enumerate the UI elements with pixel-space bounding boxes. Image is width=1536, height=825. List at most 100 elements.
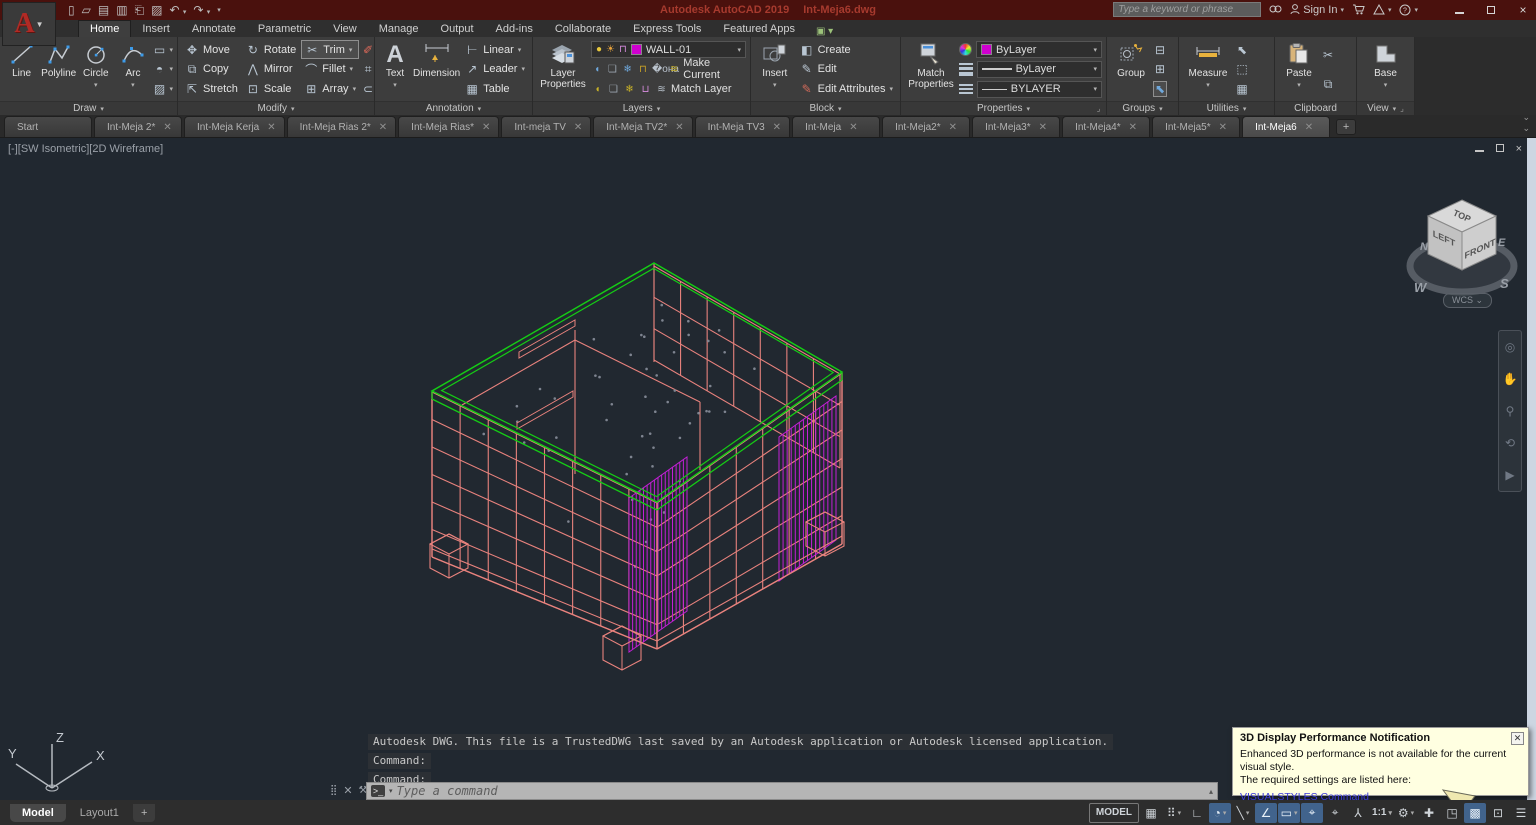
linear-button[interactable]: ⊢Linear▾ <box>462 40 528 59</box>
panel-label-clipboard[interactable]: Clipboard <box>1275 101 1356 115</box>
close-tab-icon[interactable]: ✕ <box>163 122 171 133</box>
undo-icon[interactable]: ↶ ▾ <box>169 3 186 17</box>
line-button[interactable]: Line <box>4 39 39 100</box>
new-tab-button[interactable]: + <box>1336 119 1356 135</box>
graphics-performance-icon[interactable]: ▩ <box>1464 803 1486 823</box>
pan-icon[interactable]: ✋ <box>1503 372 1518 386</box>
leader-button[interactable]: ↗Leader▾ <box>462 60 528 79</box>
wcs-dropdown[interactable]: WCS ⌄ <box>1443 293 1492 308</box>
rectangle-tool-icon[interactable]: ▭▾ <box>153 41 174 58</box>
panel-label-layers[interactable]: Layers▾ <box>533 101 750 115</box>
group-selection-icon[interactable]: ⬉ <box>1153 81 1167 98</box>
close-tab-icon[interactable]: ✕ <box>379 122 387 133</box>
view-launcher-icon[interactable]: ⌟ <box>1400 104 1404 113</box>
create-block-button[interactable]: ◧Create <box>797 40 896 59</box>
panel-label-modify[interactable]: Modify▾ <box>178 101 374 115</box>
navigation-bar[interactable]: ◎ ✋ ⚲ ⟲ ▶ <box>1498 330 1522 492</box>
new-file-icon[interactable]: ▯ <box>68 3 75 17</box>
help-icon[interactable]: ? ▾ <box>1399 4 1418 16</box>
plot-icon[interactable]: ⎗ <box>135 3 145 18</box>
panel-launcher-icon[interactable]: ⌟ <box>1097 104 1101 113</box>
osnap-tracking-icon[interactable]: ∠ <box>1255 803 1277 823</box>
ribbon-tab-insert[interactable]: Insert <box>131 21 181 37</box>
file-tab-int-meja3-[interactable]: Int-Meja3*✕ <box>972 116 1060 137</box>
quick-select-icon[interactable]: ⬉ <box>1235 41 1249 58</box>
file-tab-int-meja-kerja[interactable]: Int-Meja Kerja✕ <box>184 116 285 137</box>
restore-button[interactable] <box>1484 3 1498 17</box>
app-store-cart-icon[interactable] <box>1352 4 1365 15</box>
customization-icon[interactable]: ✚ <box>1418 803 1440 823</box>
layer-dropdown[interactable]: ● ☀ ⊓ WALL-01 ▾ <box>591 41 746 58</box>
rotate-button[interactable]: ↻Rotate <box>243 40 299 59</box>
ribbon-tab-home[interactable]: Home <box>78 20 131 37</box>
trim-button[interactable]: ✂Trim▾ <box>301 40 359 59</box>
model-tab[interactable]: Model <box>10 804 66 822</box>
select-all-icon[interactable]: ⬚ <box>1235 61 1249 78</box>
command-recent-icon[interactable]: ▾ <box>389 787 393 795</box>
calculator-icon[interactable]: ▦ <box>1235 81 1249 98</box>
linetype-dropdown[interactable]: BYLAYER▾ <box>977 81 1102 98</box>
minimize-button[interactable] <box>1452 3 1466 17</box>
command-close-icon[interactable]: ✕ <box>343 784 352 797</box>
tab-overflow-icon[interactable]: ⌄⌄ <box>1522 112 1530 134</box>
stretch-button[interactable]: ⇱Stretch <box>182 80 241 99</box>
make-current-row[interactable]: ◖❏ ❄⊓ �она ≋Make Current <box>591 61 746 78</box>
nav-wheel-icon[interactable]: ◎ <box>1505 340 1515 354</box>
3d-object-snap-icon[interactable]: ⌖ <box>1324 803 1346 823</box>
ribbon-tab-annotate[interactable]: Annotate <box>181 21 247 37</box>
command-input[interactable] <box>397 784 1205 798</box>
redo-icon[interactable]: ↷ ▾ <box>193 3 210 17</box>
object-color-dropdown[interactable]: ByLayer▾ <box>976 41 1102 58</box>
ribbon-tab-output[interactable]: Output <box>430 21 485 37</box>
array-button[interactable]: ⊞Array▾ <box>301 80 359 99</box>
ellipse-tool-icon[interactable]: ◓▾ <box>153 61 174 78</box>
command-scroll-icon[interactable]: ▴ <box>1209 787 1213 796</box>
measure-button[interactable]: Measure▾ <box>1183 39 1233 100</box>
panel-label-utilities[interactable]: Utilities▾ <box>1179 101 1274 115</box>
close-tab-icon[interactable]: ✕ <box>1039 122 1047 133</box>
drawing-canvas[interactable]: [-][SW Isometric][2D Wireframe] × N E S … <box>0 138 1536 800</box>
command-input-bar[interactable]: >_ ▾ ▴ <box>366 782 1218 800</box>
viewport-controls-label[interactable]: [-][SW Isometric][2D Wireframe] <box>8 143 163 155</box>
copy-button[interactable]: ⧉Copy <box>182 60 241 79</box>
file-tab-int-meja-tv2-[interactable]: Int-Meja TV2*✕ <box>593 116 692 137</box>
search-input[interactable] <box>1113 2 1261 17</box>
edit-attributes-button[interactable]: ✎Edit Attributes▾ <box>797 80 896 99</box>
application-menu-button[interactable]: A ▼ <box>2 2 56 46</box>
ribbon-tab-collaborate[interactable]: Collaborate <box>544 21 622 37</box>
close-tab-icon[interactable]: ✕ <box>949 122 957 133</box>
clean-screen-icon[interactable]: ⊡ <box>1487 803 1509 823</box>
media-icon[interactable]: ▣ ▾ <box>816 26 833 37</box>
close-tab-icon[interactable]: ✕ <box>574 122 582 133</box>
sign-in-button[interactable]: Sign In▾ <box>1290 4 1344 16</box>
file-tab-int-meja-tv[interactable]: Int-meja TV✕ <box>501 116 591 137</box>
panel-label-groups[interactable]: Groups▾ <box>1107 101 1178 115</box>
polar-tracking-icon[interactable]: ◔▾ <box>1209 803 1231 823</box>
fillet-button[interactable]: ⌒Fillet▾ <box>301 60 359 79</box>
annotation-visibility-icon[interactable]: ⅄ <box>1347 803 1369 823</box>
autodesk-account-icon[interactable]: ▾ <box>1373 4 1392 15</box>
join-icon[interactable]: ⊂ <box>361 81 375 98</box>
notification-close-icon[interactable]: ✕ <box>1511 732 1524 745</box>
print-icon[interactable]: ▨ <box>151 3 162 17</box>
palette-edge-strip[interactable] <box>1527 138 1536 800</box>
status-menu-icon[interactable]: ☰ <box>1510 803 1532 823</box>
explode-icon[interactable]: ⌗ <box>361 61 375 78</box>
paste-button[interactable]: Paste▾ <box>1279 39 1319 100</box>
file-tab-int-meja2-[interactable]: Int-Meja2*✕ <box>882 116 970 137</box>
ungroup-icon[interactable]: ⊟ <box>1153 41 1167 58</box>
move-button[interactable]: ✥Move <box>182 40 241 59</box>
zoom-extents-icon[interactable]: ⚲ <box>1506 404 1515 418</box>
panel-label-annotation[interactable]: Annotation▾ <box>375 101 532 115</box>
file-tab-start[interactable]: Start <box>4 116 92 137</box>
edit-block-button[interactable]: ✎Edit <box>797 60 896 79</box>
file-tab-int-meja-tv3[interactable]: Int-Meja TV3✕ <box>695 116 790 137</box>
group-edit-icon[interactable]: ⊞ <box>1153 61 1167 78</box>
annotation-scale-dropdown[interactable]: 1:1▾ <box>1370 803 1394 823</box>
ribbon-tab-express-tools[interactable]: Express Tools <box>622 21 712 37</box>
close-tab-icon[interactable]: ✕ <box>1305 122 1313 133</box>
close-tab-icon[interactable]: ✕ <box>849 122 857 133</box>
polyline-button[interactable]: Polyline <box>41 39 76 100</box>
viewport-close-icon[interactable]: × <box>1516 143 1522 155</box>
close-tab-icon[interactable]: ✕ <box>267 122 275 133</box>
